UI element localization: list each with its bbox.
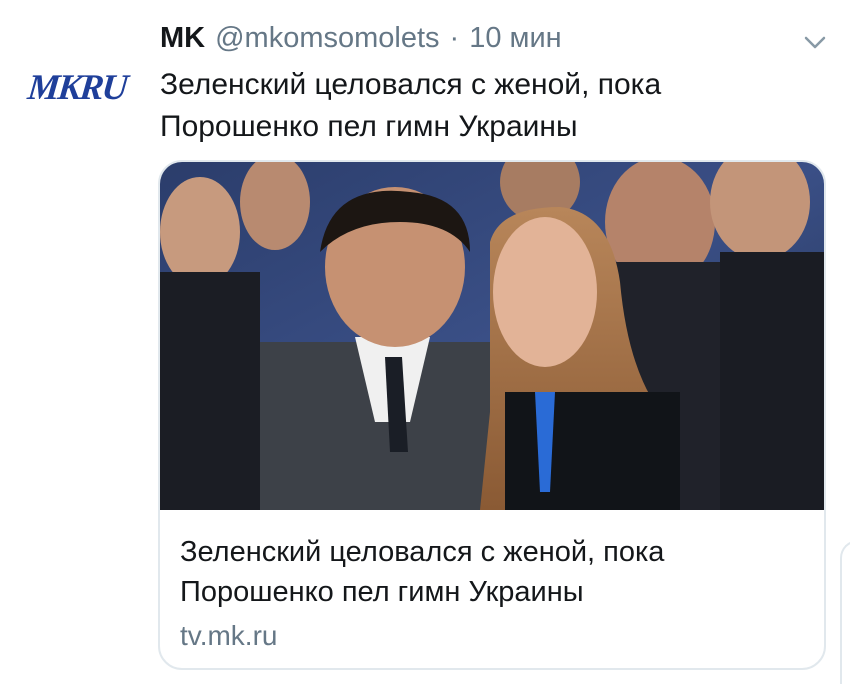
adjacent-card-edge: [840, 540, 850, 684]
chevron-down-icon: [804, 36, 826, 49]
author-handle[interactable]: @mkomsomolets: [215, 22, 439, 55]
tweet-text-line: Зеленский целовался с женой, пока: [160, 68, 662, 101]
timestamp[interactable]: 10 мин: [469, 22, 561, 55]
card-title[interactable]: Зеленский целовался с женой, пока Пороше…: [180, 532, 800, 612]
tweet-header: MK @mkomsomolets · 10 мин: [160, 22, 562, 62]
avatar[interactable]: MKRU: [25, 66, 138, 108]
tweet-menu-button[interactable]: [800, 30, 830, 54]
mkru-logo: MKRU: [25, 67, 129, 107]
tweet[interactable]: MKRU MK @mkomsomolets · 10 мин Зеленский…: [0, 0, 850, 684]
card-photo: [160, 162, 824, 510]
link-card[interactable]: Зеленский целовался с женой, пока Пороше…: [158, 160, 826, 670]
card-title-line: Зеленский целовался с женой, пока: [180, 536, 665, 568]
separator-dot: ·: [449, 22, 460, 54]
card-title-line: Порошенко пел гимн Украины: [180, 576, 584, 608]
card-domain[interactable]: tv.mk.ru: [180, 620, 277, 652]
tweet-text: Зеленский целовался с женой, пока Пороше…: [160, 64, 800, 148]
author-name[interactable]: MK: [160, 22, 205, 55]
tweet-text-line: Порошенко пел гимн Украины: [160, 110, 578, 143]
